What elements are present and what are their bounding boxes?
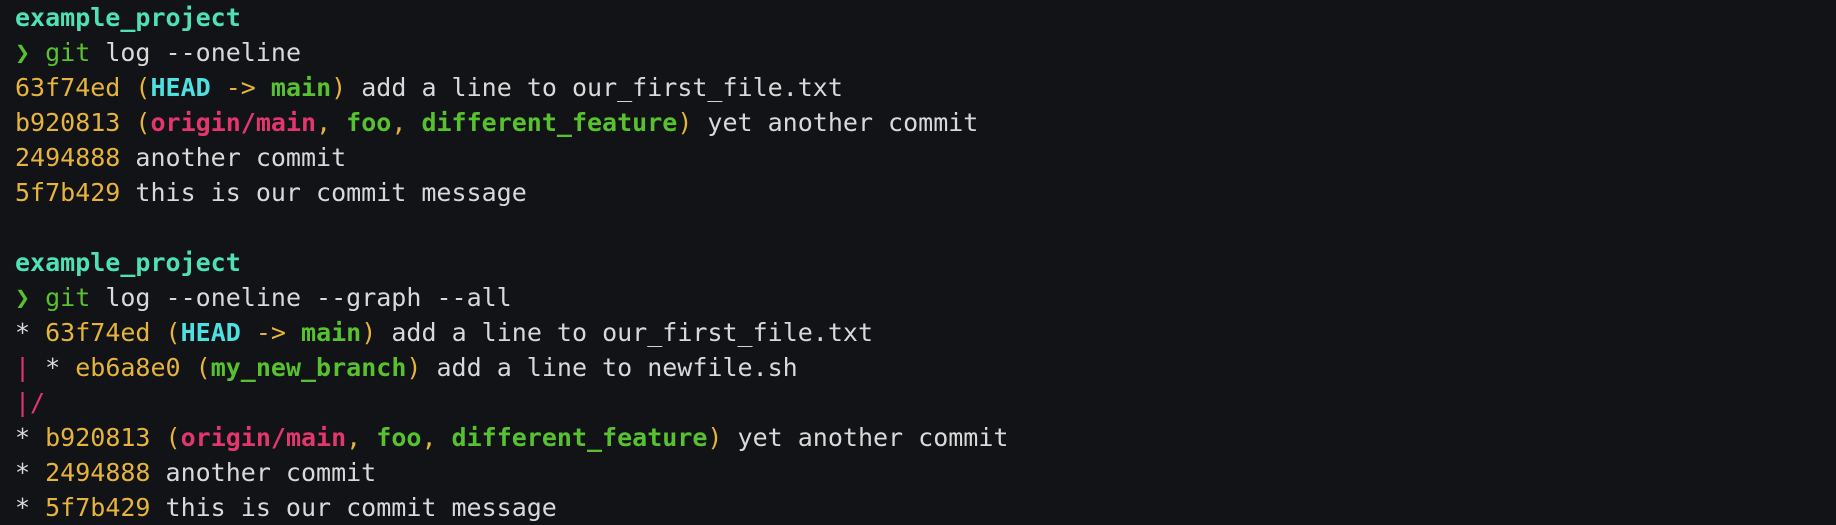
graph-node: * <box>15 318 46 347</box>
prompt-chevron-icon: ❯ <box>15 38 31 67</box>
commit-message: another commit <box>120 143 347 172</box>
graph-line: * 5f7b429 this is our commit message <box>15 490 1836 525</box>
commit-message: yet another commit <box>722 423 1009 452</box>
log-line: 63f74ed (HEAD -> main) add a line to our… <box>15 73 843 102</box>
commit-hash: 63f74ed <box>45 318 151 347</box>
ref-arrow: -> <box>210 73 271 102</box>
branch-ref: main <box>301 318 362 347</box>
ref-arrow: -> <box>240 318 302 347</box>
graph-line: * b920813 (origin/main, foo, different_f… <box>15 423 1009 452</box>
terminal-window[interactable]: example_project ❯ git log --oneline 63f7… <box>0 0 1836 525</box>
command-args: log --oneline <box>90 38 301 67</box>
branch-ref: my_new_branch <box>210 353 407 382</box>
commit-hash: 63f74ed <box>15 73 121 102</box>
graph-line: | * eb6a8e0 (my_new_branch) add a line t… <box>15 353 798 382</box>
branch-ref: foo <box>346 108 392 137</box>
graph-line: |/ <box>15 385 1836 420</box>
commit-hash: eb6a8e0 <box>75 353 181 382</box>
commit-hash: 5f7b429 <box>15 178 121 207</box>
prompt-directory: example_project <box>15 245 1836 280</box>
graph-edge: | <box>15 353 46 382</box>
commit-hash: 2494888 <box>45 458 151 487</box>
remote-branch-ref: origin/main <box>180 423 347 452</box>
graph-line: * 63f74ed (HEAD -> main) add a line to o… <box>15 318 874 347</box>
log-line: 5f7b429 this is our commit message <box>15 175 1836 210</box>
command-name: git <box>45 38 91 67</box>
commit-message: add a line to newfile.sh <box>421 353 798 382</box>
commit-message: add a line to our_first_file.txt <box>346 73 843 102</box>
command-args: log --oneline --graph --all <box>90 283 512 312</box>
head-ref: HEAD <box>180 318 241 347</box>
commit-hash: b920813 <box>15 108 121 137</box>
graph-edge: |/ <box>15 388 46 417</box>
log-line: b920813 (origin/main, foo, different_fea… <box>15 108 979 137</box>
head-ref: HEAD <box>150 73 211 102</box>
graph-line: * 2494888 another commit <box>15 455 1836 490</box>
commit-message: yet another commit <box>692 108 979 137</box>
commit-hash: b920813 <box>45 423 151 452</box>
branch-ref: foo <box>376 423 422 452</box>
directory-name: example_project <box>15 248 241 277</box>
commit-hash: 2494888 <box>15 143 121 172</box>
command-name: git <box>45 283 91 312</box>
commit-message: this is our commit message <box>150 493 557 522</box>
commit-hash: 5f7b429 <box>45 493 151 522</box>
command-line: ❯ git log --oneline --graph --all <box>15 280 1836 315</box>
commit-message: another commit <box>150 458 377 487</box>
prompt-chevron-icon: ❯ <box>15 283 31 312</box>
commit-message: this is our commit message <box>120 178 527 207</box>
graph-node: * <box>15 493 46 522</box>
directory-name: example_project <box>15 3 241 32</box>
branch-ref: different_feature <box>451 423 708 452</box>
command-line: ❯ git log --oneline <box>15 35 1836 70</box>
branch-ref: main <box>270 73 332 102</box>
commit-message: add a line to our_first_file.txt <box>376 318 874 347</box>
branch-ref: different_feature <box>421 108 678 137</box>
log-line: 2494888 another commit <box>15 140 1836 175</box>
prompt-directory: example_project <box>15 0 1836 35</box>
remote-branch-ref: origin/main <box>150 108 317 137</box>
graph-node: * <box>15 458 46 487</box>
graph-node: * <box>15 423 46 452</box>
graph-node: * <box>45 353 76 382</box>
